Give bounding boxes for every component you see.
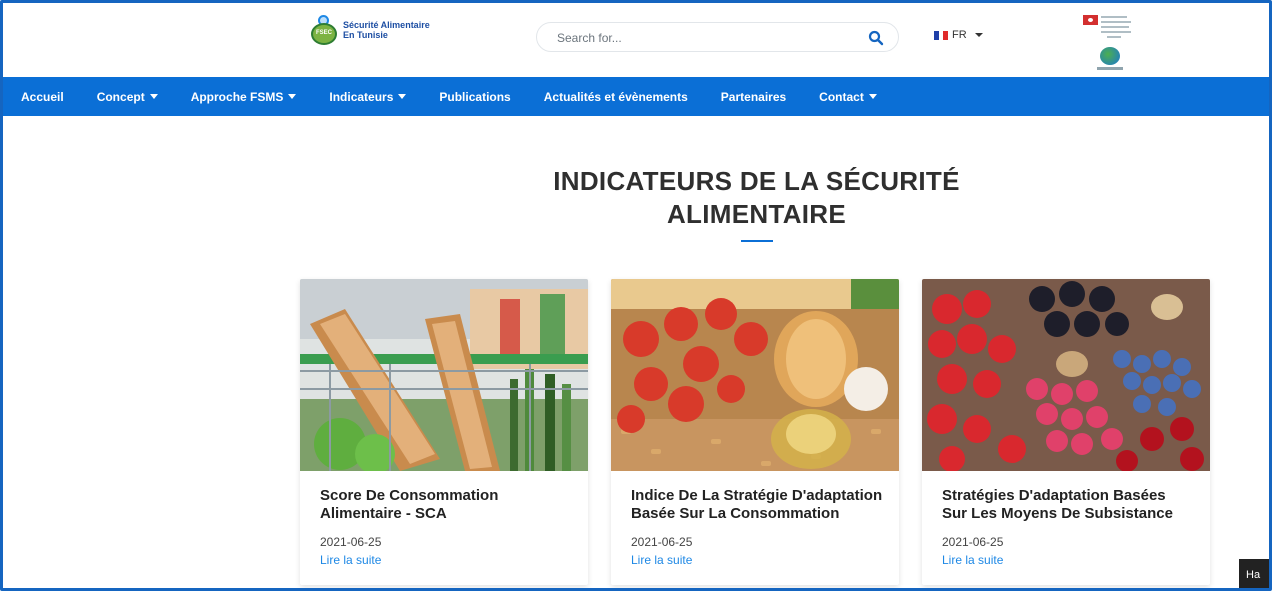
chevron-down-icon (868, 94, 877, 99)
chevron-down-icon (149, 94, 158, 99)
card-title[interactable]: Stratégies D'adaptation Basées Sur Les M… (942, 487, 1194, 523)
read-more-link[interactable]: Lire la suite (631, 553, 692, 567)
ministry-logo (1083, 13, 1133, 75)
tunisia-flag-icon (1083, 15, 1098, 25)
page-title: INDICATEURS DE LA SÉCURITÉ ALIMENTAIRE (553, 166, 960, 229)
read-more-link[interactable]: Lire la suite (320, 553, 381, 567)
indicator-card-sca[interactable]: Score De Consommation Alimentaire - SCA … (300, 279, 588, 585)
search-icon[interactable] (868, 30, 884, 46)
nav-item-accueil[interactable]: Accueil (21, 90, 64, 104)
nav-item-approche-fsms[interactable]: Approche FSMS (191, 90, 297, 104)
indicator-card-csi[interactable]: Indice De La Stratégie D'adaptation Basé… (611, 279, 899, 585)
chevron-down-icon (398, 94, 407, 99)
card-image-berries (922, 279, 1210, 471)
nav-item-indicateurs[interactable]: Indicateurs (329, 90, 407, 104)
language-selector[interactable]: FR (934, 29, 983, 41)
card-title[interactable]: Indice De La Stratégie D'adaptation Basé… (631, 487, 883, 523)
search-box (536, 22, 899, 52)
page-frame: FSEC Sécurité Alimentaire En Tunisie FR (0, 0, 1272, 591)
logo-emblem-icon: FSEC (311, 15, 337, 45)
title-divider (741, 240, 773, 242)
globe-emblem-icon (1100, 47, 1120, 65)
main-nav: Accueil Concept Approche FSMS Indicateur… (3, 77, 1269, 116)
nav-item-contact[interactable]: Contact (819, 90, 877, 104)
card-image-vegetables (611, 279, 899, 471)
card-date: 2021-06-25 (942, 535, 1004, 549)
card-image-grocery-cart (300, 279, 588, 471)
nav-item-concept[interactable]: Concept (97, 90, 158, 104)
nav-item-partenaires[interactable]: Partenaires (721, 90, 786, 104)
read-more-link[interactable]: Lire la suite (942, 553, 1003, 567)
nav-item-publications[interactable]: Publications (439, 90, 510, 104)
france-flag-icon (934, 30, 949, 40)
logo-text-line1: Sécurité Alimentaire (343, 20, 430, 30)
site-logo[interactable]: FSEC Sécurité Alimentaire En Tunisie (311, 15, 430, 45)
card-title[interactable]: Score De Consommation Alimentaire - SCA (320, 487, 572, 523)
chevron-down-icon (974, 33, 983, 37)
search-input[interactable] (555, 29, 859, 47)
floating-widget-button[interactable]: Ha (1239, 559, 1269, 588)
language-label: FR (952, 29, 967, 41)
card-date: 2021-06-25 (631, 535, 693, 549)
indicator-card-lcs[interactable]: Stratégies D'adaptation Basées Sur Les M… (922, 279, 1210, 585)
card-date: 2021-06-25 (320, 535, 382, 549)
chevron-down-icon (288, 94, 297, 99)
nav-item-actualites[interactable]: Actualités et évènements (544, 90, 688, 104)
logo-text: Sécurité Alimentaire En Tunisie (343, 20, 430, 40)
site-header: FSEC Sécurité Alimentaire En Tunisie FR (3, 3, 1269, 77)
logo-text-line2: En Tunisie (343, 30, 388, 40)
